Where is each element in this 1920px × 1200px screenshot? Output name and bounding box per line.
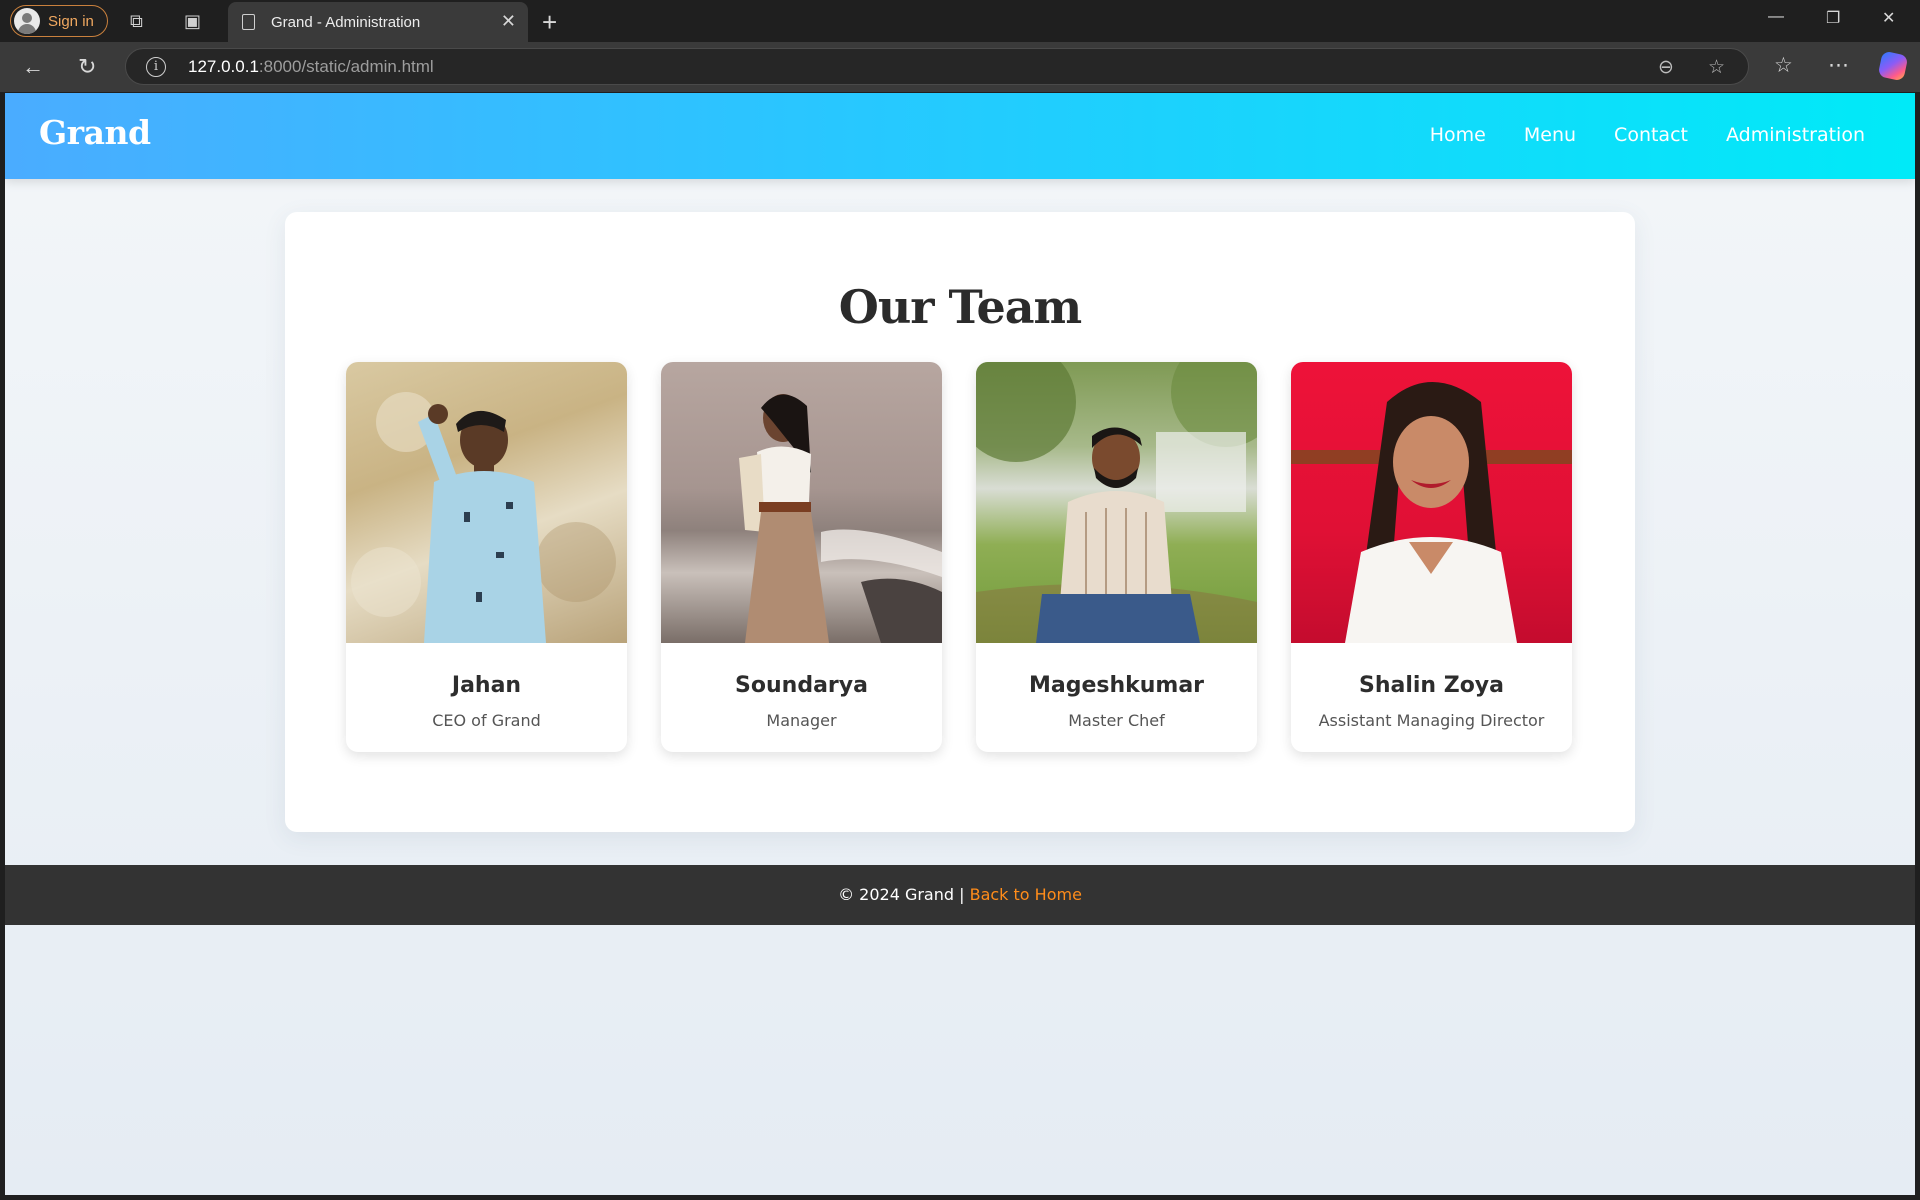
member-name: Soundarya [735, 673, 868, 698]
nav-menu[interactable]: Menu [1524, 124, 1576, 146]
nav-contact[interactable]: Contact [1614, 124, 1688, 146]
page-icon [242, 14, 255, 30]
url-host: 127.0.0.1 [188, 56, 259, 76]
member-role: Master Chef [1068, 711, 1165, 730]
team-card: Jahan CEO of Grand [346, 362, 627, 752]
more-options-icon[interactable]: ⋯ [1828, 53, 1849, 78]
team-card: Soundarya Manager [661, 362, 942, 752]
footer-copyright: © 2024 Grand | [838, 885, 970, 904]
close-tab-icon[interactable]: ✕ [501, 11, 516, 32]
site-info-icon[interactable]: i [146, 56, 166, 77]
minimize-icon[interactable]: — [1768, 8, 1784, 26]
page-viewport: Grand Home Menu Contact Administration O… [5, 93, 1915, 1195]
new-tab-icon[interactable]: + [542, 7, 557, 38]
site-footer: © 2024 Grand | Back to Home [5, 865, 1915, 925]
team-card: Shalin Zoya Assistant Managing Director [1291, 362, 1572, 752]
member-name: Mageshkumar [1028, 673, 1205, 698]
member-name: Shalin Zoya [1358, 673, 1504, 698]
active-tab[interactable]: Grand - Administration ✕ [228, 2, 528, 42]
restore-icon[interactable]: ❐ [1826, 8, 1840, 28]
back-to-home-link[interactable]: Back to Home [970, 885, 1082, 904]
vertical-tabs-icon[interactable]: ▣ [184, 11, 201, 31]
url-path: :8000/static/admin.html [258, 56, 434, 76]
member-photo [1291, 362, 1572, 643]
team-card: Mageshkumar Master Chef [976, 362, 1257, 752]
nav-home[interactable]: Home [1430, 124, 1486, 146]
member-role: CEO of Grand [432, 711, 541, 730]
back-icon[interactable]: ← [22, 54, 44, 80]
member-photo [976, 362, 1257, 643]
team-panel: Our Team Jahan CEO of Grand Soundarya Ma… [285, 212, 1635, 832]
refresh-icon[interactable]: ↻ [78, 54, 96, 80]
workspaces-icon[interactable]: ⧉ [130, 11, 143, 31]
favorites-icon[interactable]: ☆ [1774, 53, 1793, 78]
member-role: Manager [766, 711, 837, 730]
member-role: Assistant Managing Director [1318, 711, 1545, 730]
address-toolbar: ← ↻ i 127.0.0.1:8000/static/admin.html ⊖… [0, 42, 1920, 92]
member-name: Jahan [451, 673, 522, 698]
browser-tab-bar: Sign in ⧉ ▣ Grand - Administration ✕ + —… [0, 0, 1920, 42]
main-nav: Home Menu Contact Administration [1430, 124, 1865, 146]
tab-title: Grand - Administration [271, 13, 421, 31]
profile-avatar-icon [14, 8, 40, 34]
favorite-star-icon[interactable]: ☆ [1708, 56, 1725, 79]
team-title: Our Team [838, 280, 1082, 334]
close-window-icon[interactable]: ✕ [1882, 8, 1895, 28]
nav-administration[interactable]: Administration [1726, 124, 1865, 146]
brand-logo[interactable]: Grand [39, 113, 151, 152]
sign-in-button[interactable]: Sign in [10, 5, 108, 37]
zoom-icon[interactable]: ⊖ [1658, 56, 1674, 79]
address-bar[interactable]: i 127.0.0.1:8000/static/admin.html ⊖ ☆ [125, 48, 1749, 85]
sign-in-label: Sign in [48, 12, 94, 30]
copilot-icon[interactable] [1877, 50, 1909, 82]
member-photo [661, 362, 942, 643]
member-photo [346, 362, 627, 643]
team-cards: Jahan CEO of Grand Soundarya Manager Mag… [346, 362, 1572, 752]
site-header: Grand Home Menu Contact Administration [5, 93, 1915, 179]
